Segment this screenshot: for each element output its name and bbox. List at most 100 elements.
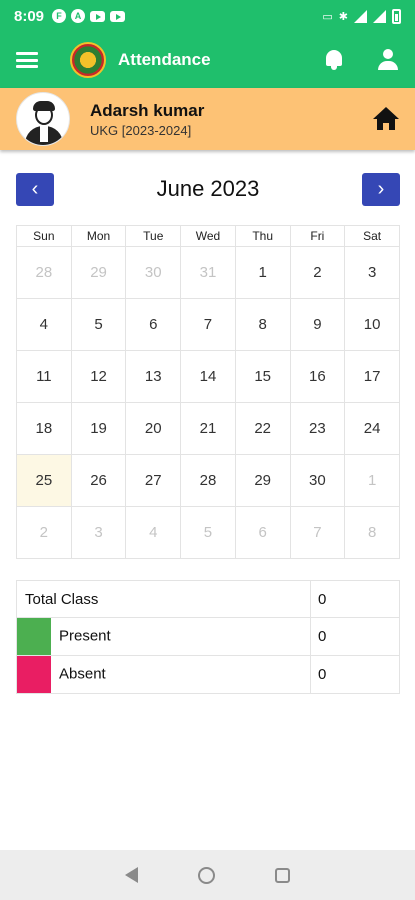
calendar-week: 11 12 13 14 15 16 17 [16, 350, 400, 403]
calendar-day[interactable]: 31 [180, 246, 236, 299]
system-navigation-bar [0, 850, 415, 900]
weekday-label: Tue [125, 225, 182, 247]
absent-value: 0 [310, 655, 400, 694]
month-title: June 2023 [156, 176, 260, 201]
calendar-day[interactable]: 11 [16, 350, 72, 403]
weekday-label: Sun [16, 225, 72, 247]
calendar-day[interactable]: 14 [180, 350, 236, 403]
calendar-day[interactable]: 21 [180, 402, 236, 455]
summary-row-absent: Absent 0 [16, 655, 400, 694]
home-icon[interactable] [373, 107, 399, 131]
weekday-label: Wed [180, 225, 236, 247]
absent-color-swatch [17, 656, 51, 693]
student-info: Adarsh kumar UKG [2023-2024] [90, 101, 204, 138]
calendar-day[interactable]: 1 [344, 454, 400, 507]
present-value: 0 [310, 617, 400, 656]
calendar-day[interactable]: 8 [344, 506, 400, 559]
calendar-week: 25 26 27 28 29 30 1 [16, 454, 400, 507]
absent-cell: Absent [16, 655, 311, 694]
home-circle-icon[interactable] [198, 866, 215, 884]
calendar-day[interactable]: 6 [234, 506, 291, 559]
prev-month-button[interactable]: ‹ [16, 172, 54, 206]
calendar-day[interactable]: 5 [70, 298, 127, 351]
total-class-value: 0 [310, 580, 400, 618]
present-label: Present [59, 627, 111, 645]
school-logo [70, 42, 106, 78]
calendar-day[interactable]: 20 [125, 402, 182, 455]
youtube-icon [90, 10, 106, 22]
avatar [16, 92, 70, 146]
a-app-icon: A [71, 9, 86, 23]
system-icons: ▭ ✱ [322, 8, 401, 24]
calendar-day[interactable]: 30 [125, 246, 182, 299]
signal-icon [354, 9, 367, 23]
calendar-day[interactable]: 4 [16, 298, 72, 351]
menu-icon[interactable] [16, 52, 38, 68]
youtube-icon [110, 10, 126, 22]
app-bar: Attendance [0, 32, 415, 88]
summary-row-total: Total Class 0 [16, 580, 400, 618]
absent-label: Absent [59, 665, 106, 683]
present-cell: Present [16, 617, 311, 656]
calendar-day[interactable]: 27 [125, 454, 182, 507]
bluetooth-icon: ✱ [338, 10, 348, 23]
calendar-day[interactable]: 13 [125, 350, 182, 403]
person-icon[interactable] [377, 49, 399, 71]
calendar-day[interactable]: 8 [234, 298, 291, 351]
present-color-swatch [17, 618, 51, 655]
calendar-day[interactable]: 29 [70, 246, 127, 299]
status-bar: 8:09 F A ▭ ✱ [0, 0, 415, 32]
weekday-row: Sun Mon Tue Wed Thu Fri Sat [16, 225, 400, 247]
calendar-day[interactable]: 29 [234, 454, 291, 507]
status-time: 8:09 [14, 7, 45, 25]
calendar-day[interactable]: 3 [70, 506, 127, 559]
calendar-day[interactable]: 7 [180, 298, 236, 351]
calendar-day[interactable]: 2 [16, 506, 72, 559]
calendar-day[interactable]: 28 [16, 246, 72, 299]
calendar-day[interactable]: 26 [70, 454, 127, 507]
calendar-day[interactable]: 19 [70, 402, 127, 455]
calendar-day-today[interactable]: 25 [16, 454, 72, 507]
calendar-week: 28 29 30 31 1 2 3 [16, 246, 400, 299]
calendar-week: 2 3 4 5 6 7 8 [16, 506, 400, 559]
calendar-day[interactable]: 3 [344, 246, 400, 299]
calendar-day[interactable]: 24 [344, 402, 400, 455]
page-title: Attendance [118, 50, 211, 69]
calendar-day[interactable]: 16 [289, 350, 346, 403]
weekday-label: Thu [234, 225, 291, 247]
calendar-day[interactable]: 5 [180, 506, 236, 559]
calendar-day[interactable]: 17 [344, 350, 400, 403]
calendar-header: ‹ June 2023 › [16, 172, 400, 206]
bell-icon[interactable] [323, 48, 345, 72]
calendar-day[interactable]: 18 [16, 402, 72, 455]
calendar-day[interactable]: 2 [289, 246, 346, 299]
calendar-day[interactable]: 10 [344, 298, 400, 351]
student-profile-card: Adarsh kumar UKG [2023-2024] [0, 88, 415, 150]
notification-icons: F A [52, 9, 126, 23]
signal-icon [373, 9, 386, 23]
back-icon[interactable] [125, 867, 138, 883]
calendar-day[interactable]: 23 [289, 402, 346, 455]
calendar-day[interactable]: 9 [289, 298, 346, 351]
calendar-day[interactable]: 6 [125, 298, 182, 351]
next-month-button[interactable]: › [361, 172, 400, 206]
calendar-day[interactable]: 22 [234, 402, 291, 455]
app-bar-actions [323, 48, 399, 72]
weekday-label: Mon [70, 225, 127, 247]
battery-icon [392, 8, 401, 24]
recent-apps-icon[interactable] [275, 867, 290, 883]
total-class-label: Total Class [16, 580, 311, 618]
calendar-day[interactable]: 28 [180, 454, 236, 507]
calendar-day[interactable]: 30 [289, 454, 346, 507]
calendar-week: 18 19 20 21 22 23 24 [16, 402, 400, 455]
calendar-day[interactable]: 7 [289, 506, 346, 559]
calendar-day[interactable]: 15 [234, 350, 291, 403]
student-name: Adarsh kumar [90, 100, 205, 120]
f-app-icon: F [52, 9, 67, 23]
calendar-grid: Sun Mon Tue Wed Thu Fri Sat 28 29 30 31 … [16, 225, 400, 559]
student-class: UKG [2023-2024] [90, 122, 192, 138]
calendar-week: 4 5 6 7 8 9 10 [16, 298, 400, 351]
calendar-day[interactable]: 4 [125, 506, 182, 559]
calendar-day[interactable]: 12 [70, 350, 127, 403]
calendar-day[interactable]: 1 [234, 246, 291, 299]
